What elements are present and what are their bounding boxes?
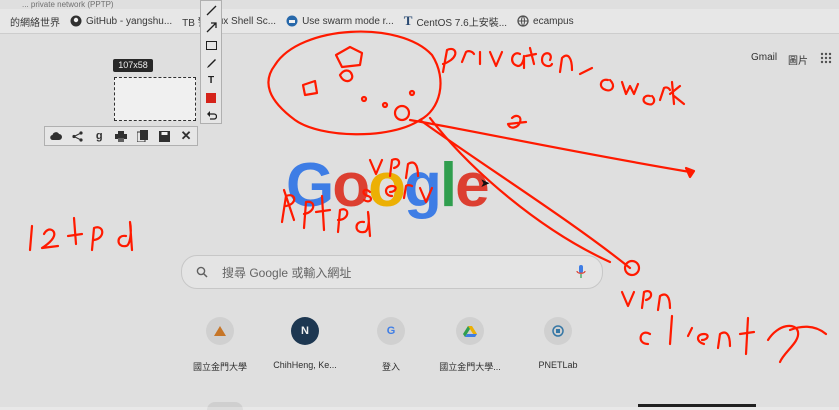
github-icon — [70, 15, 82, 27]
print-icon[interactable] — [114, 129, 128, 143]
logo-letter: g — [403, 151, 442, 220]
bookmark-item[interactable]: Use swarm mode r... — [286, 15, 394, 27]
shortcut-tile[interactable]: 國立金門大學... — [435, 317, 505, 373]
apps-grid-icon[interactable] — [820, 52, 832, 64]
logo-letter: o — [332, 151, 370, 220]
bookmark-item[interactable]: GitHub - yangshu... — [70, 15, 172, 27]
google-drive-icon — [456, 317, 484, 345]
google-search-icon[interactable]: g — [92, 129, 106, 143]
search-box[interactable]: 搜尋 Google 或輸入網址 — [181, 255, 603, 289]
address-bar-fragment[interactable]: ... private network (PPTP) — [0, 0, 839, 9]
mouse-cursor-icon: ➤ — [480, 176, 491, 190]
shortcut-icon: N — [291, 317, 319, 345]
logo-letter: G — [286, 151, 334, 220]
search-input[interactable]: 搜尋 Google 或輸入網址 — [222, 264, 576, 281]
microphone-icon[interactable] — [576, 265, 586, 279]
shortcut-row-2 — [207, 402, 243, 410]
draw-toolbar: T — [200, 0, 222, 124]
bookmark-item[interactable]: T CentOS 7.6上安裝... — [404, 13, 507, 29]
globe-icon — [517, 15, 529, 27]
bookmark-item[interactable]: ux Shell Sc... — [218, 16, 276, 27]
shortcut-tile[interactable]: 國立金門大學 — [185, 317, 255, 373]
copy-icon[interactable] — [136, 129, 150, 143]
line-tool-icon[interactable] — [204, 3, 218, 18]
search-icon — [196, 266, 208, 278]
shortcut-icon — [206, 317, 234, 345]
selection-size-badge: 107x58 — [113, 59, 153, 72]
bookmarks-bar: 的網絡世界 GitHub - yangshu... TB 警 ux Shell … — [0, 9, 839, 34]
arrow-tool-icon[interactable] — [204, 21, 218, 36]
gmail-link[interactable]: Gmail — [751, 52, 777, 63]
share-icon[interactable] — [71, 129, 85, 143]
color-picker-icon[interactable] — [204, 91, 218, 106]
rectangle-tool-icon[interactable] — [204, 38, 218, 53]
shortcut-tile[interactable]: N ChihHeng, Ke... — [270, 317, 340, 370]
close-icon[interactable]: ✕ — [179, 128, 193, 143]
bookmark-item[interactable]: 的網絡世界 — [10, 14, 60, 29]
logo-letter: l — [439, 151, 457, 220]
snip-selection[interactable] — [114, 77, 196, 121]
shortcut-icon: G — [377, 317, 405, 345]
shortcut-label: 國立金門大學 — [192, 362, 247, 372]
upload-cloud-icon[interactable] — [49, 129, 63, 143]
shortcut-tile[interactable]: PNETLab — [523, 317, 593, 370]
images-link[interactable]: 圖片 — [788, 52, 808, 67]
snip-toolbar: g ✕ — [44, 126, 198, 146]
text-tool-icon[interactable]: T — [204, 73, 218, 88]
save-icon[interactable] — [157, 129, 171, 143]
logo-letter: o — [368, 151, 406, 220]
shortcut-label: PNETLab — [538, 360, 578, 370]
shortcut-label: ChihHeng, Ke... — [273, 360, 337, 370]
shortcut-icon — [544, 317, 572, 345]
pencil-tool-icon[interactable] — [204, 56, 218, 71]
shortcut-label: 登入 — [381, 362, 400, 372]
shortcut-label: 國立金門大學... — [439, 362, 501, 372]
bookmark-item[interactable]: ecampus — [517, 15, 574, 27]
undo-icon[interactable] — [204, 108, 218, 123]
docker-icon — [286, 15, 298, 27]
shortcut-tiles: 國立金門大學 N ChihHeng, Ke... G 登入 國立金門大學... … — [185, 317, 605, 387]
text-t-icon: T — [403, 13, 413, 28]
shortcut-tile[interactable]: G 登入 — [356, 317, 426, 373]
google-logo: Google — [286, 150, 490, 221]
google-header-links: Gmail 圖片 — [729, 48, 839, 68]
